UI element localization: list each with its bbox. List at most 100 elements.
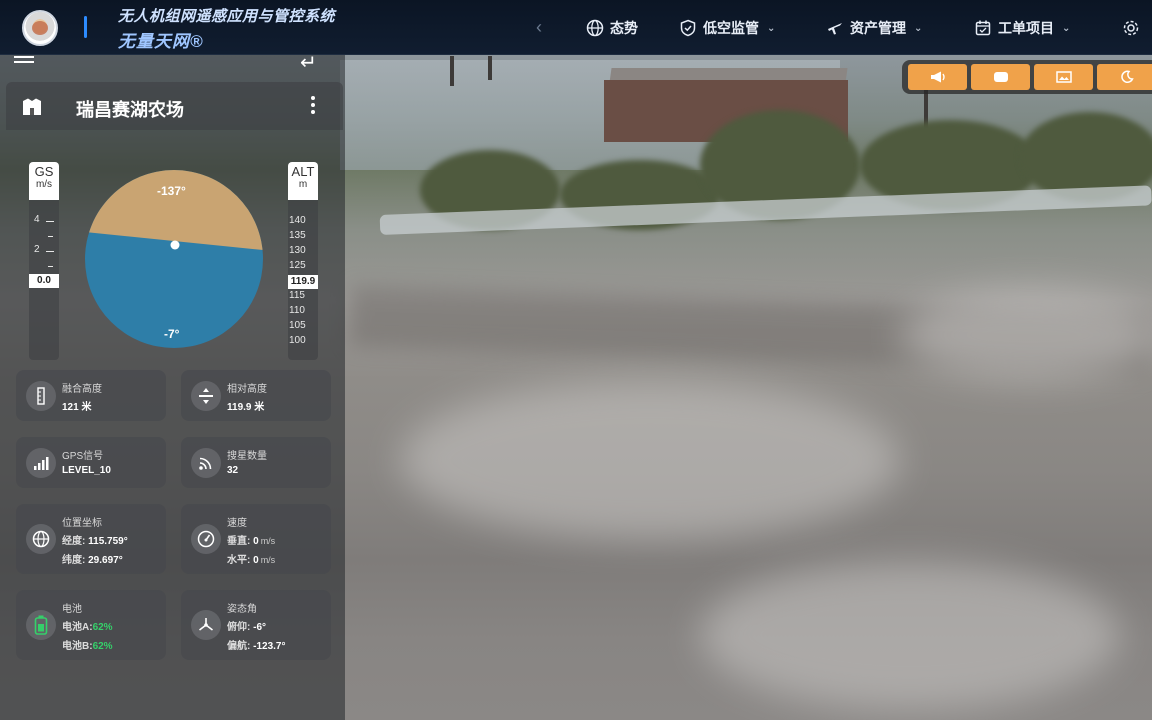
- vertical-speed-row: 垂直: 0 m/s: [227, 532, 275, 547]
- altitude-tape: ALT m 140 135 130 125 119.9 115 110 105 …: [288, 162, 318, 360]
- battery-label: 电池: [62, 604, 82, 615]
- moon-icon: [1120, 70, 1134, 84]
- attitude-top-label: -137°: [157, 184, 186, 198]
- top-navigation-bar: 无人机组网遥感应用与管控系统 无量天网® ‹ 态势 低空监管 ⌄ 资产管理 ⌄: [0, 0, 1152, 55]
- latitude-row: 纬度: 29.697°: [62, 551, 123, 566]
- satellite-count-label: 搜星数量: [227, 451, 267, 462]
- alt-value: 119.9: [288, 275, 318, 289]
- farm-icon: [23, 98, 41, 115]
- horizontal-speed-unit: m/s: [260, 555, 276, 565]
- signal-bars-icon: [26, 447, 56, 478]
- yaw-value: -123.7°: [253, 641, 286, 652]
- ruler-icon: [26, 380, 56, 411]
- more-options-icon[interactable]: [310, 96, 316, 116]
- megaphone-button[interactable]: [908, 64, 967, 90]
- speed-card: 速度 垂直: 0 m/s 水平: 0 m/s: [181, 504, 331, 574]
- gs-tick-mark: [48, 266, 53, 267]
- screen-icon: [993, 72, 1008, 82]
- satellite-signal-icon: [191, 447, 221, 478]
- fused-altitude-card: 融合高度 121 米: [16, 370, 166, 421]
- title-separator: [84, 16, 87, 38]
- relative-altitude-card: 相对高度 119.9 米: [181, 370, 331, 421]
- battery-b-value: 62%: [92, 641, 113, 652]
- night-mode-button[interactable]: [1097, 64, 1152, 90]
- speed-label: 速度: [227, 518, 247, 529]
- chevron-down-icon: ⌄: [1062, 22, 1071, 34]
- gs-tick-mark: [48, 236, 53, 237]
- gs-header: GS m/s: [29, 162, 59, 200]
- gs-tick: 2: [34, 244, 40, 255]
- relative-altitude-label: 相对高度: [227, 384, 267, 395]
- gs-unit: m/s: [35, 179, 53, 190]
- gs-value: 0.0: [29, 274, 59, 288]
- video-dust: [400, 380, 900, 540]
- attitude-angle-card: 姿态角 俯仰: -6° 偏航: -123.7°: [181, 590, 331, 660]
- menu-icon[interactable]: [14, 56, 34, 66]
- vertical-speed-unit: m/s: [260, 536, 276, 546]
- battery-a-key: 电池A:: [62, 622, 93, 633]
- nav-airspace-label: 低空监管: [703, 20, 759, 36]
- vertical-speed-key: 垂直:: [227, 536, 251, 547]
- speedometer-icon: [191, 524, 221, 554]
- battery-b-key: 电池B:: [62, 641, 93, 652]
- pitch-key: 俯仰:: [227, 622, 251, 633]
- nav-workorders[interactable]: 工单项目 ⌄: [974, 17, 1070, 39]
- ground-speed-tape: GS m/s 4 2 0.0: [29, 162, 59, 360]
- battery-b-row: 电池B:62%: [62, 637, 113, 652]
- screen-button[interactable]: [971, 64, 1030, 90]
- gps-signal-card: GPS信号 LEVEL_10: [16, 437, 166, 488]
- alt-tick: 115: [289, 290, 305, 301]
- position-label: 位置坐标: [62, 518, 102, 529]
- gs-tick: 4: [34, 214, 40, 225]
- image-icon: [1055, 71, 1072, 83]
- camera-toolbar: [902, 60, 1152, 94]
- nav-prev-button[interactable]: ‹: [536, 17, 542, 38]
- app-logo: [22, 10, 58, 46]
- nav-more[interactable]: [1122, 17, 1146, 39]
- shield-icon: [680, 19, 696, 37]
- yaw-row: 偏航: -123.7°: [227, 637, 285, 652]
- attitude-angle-label: 姿态角: [227, 604, 257, 615]
- image-button[interactable]: [1034, 64, 1093, 90]
- alt-tick: 110: [289, 305, 305, 316]
- alt-header: ALT m: [288, 162, 318, 200]
- horizontal-speed-value: 0: [253, 555, 259, 566]
- video-dust: [700, 560, 1120, 710]
- alt-tick: 105: [289, 320, 306, 331]
- back-arrow-icon[interactable]: ↵: [300, 50, 317, 75]
- globe-icon: [26, 524, 56, 554]
- satellite-count-value: 32: [227, 465, 239, 476]
- latitude-value: 29.697°: [88, 555, 123, 566]
- fused-altitude-label: 融合高度: [62, 384, 102, 395]
- horizontal-speed-row: 水平: 0 m/s: [227, 551, 275, 566]
- chevron-down-icon: ⌄: [767, 22, 776, 34]
- battery-card: 电池 电池A:62% 电池B:62%: [16, 590, 166, 660]
- alt-unit: m: [298, 179, 308, 190]
- video-pole: [488, 56, 492, 80]
- nav-assets-label: 资产管理: [850, 20, 906, 36]
- nav-airspace[interactable]: 低空监管 ⌄: [679, 17, 775, 39]
- app-title: 无人机组网遥感应用与管控系统: [118, 8, 336, 25]
- nav-workorders-label: 工单项目: [998, 20, 1054, 36]
- video-pole: [450, 56, 454, 86]
- telemetry-panel: 瑞昌赛湖农场 GS m/s 4 2 0.0 -137° -7° ALT m 14…: [6, 82, 343, 702]
- pitch-row: 俯仰: -6°: [227, 618, 266, 633]
- position-card: 位置坐标 经度: 115.759° 纬度: 29.697°: [16, 504, 166, 574]
- axes-icon: [191, 610, 221, 640]
- calendar-icon: [975, 20, 991, 36]
- relative-altitude-value: 119.9 米: [227, 402, 265, 413]
- fused-altitude-value: 121 米: [62, 402, 92, 413]
- nav-assets[interactable]: 资产管理 ⌄: [826, 17, 922, 39]
- video-dust: [900, 290, 1152, 380]
- globe-icon: [586, 19, 604, 37]
- attitude-bottom-label: -7°: [164, 327, 180, 341]
- pitch-value: -6°: [253, 622, 267, 633]
- longitude-value: 115.759°: [88, 536, 128, 547]
- battery-icon: [26, 610, 56, 640]
- nav-situation[interactable]: 态势: [586, 17, 638, 39]
- plane-icon: [828, 23, 842, 35]
- vertical-speed-value: 0: [253, 536, 259, 547]
- battery-a-value: 62%: [92, 622, 113, 633]
- longitude-row: 经度: 115.759°: [62, 532, 128, 547]
- chevron-down-icon: ⌄: [914, 22, 923, 34]
